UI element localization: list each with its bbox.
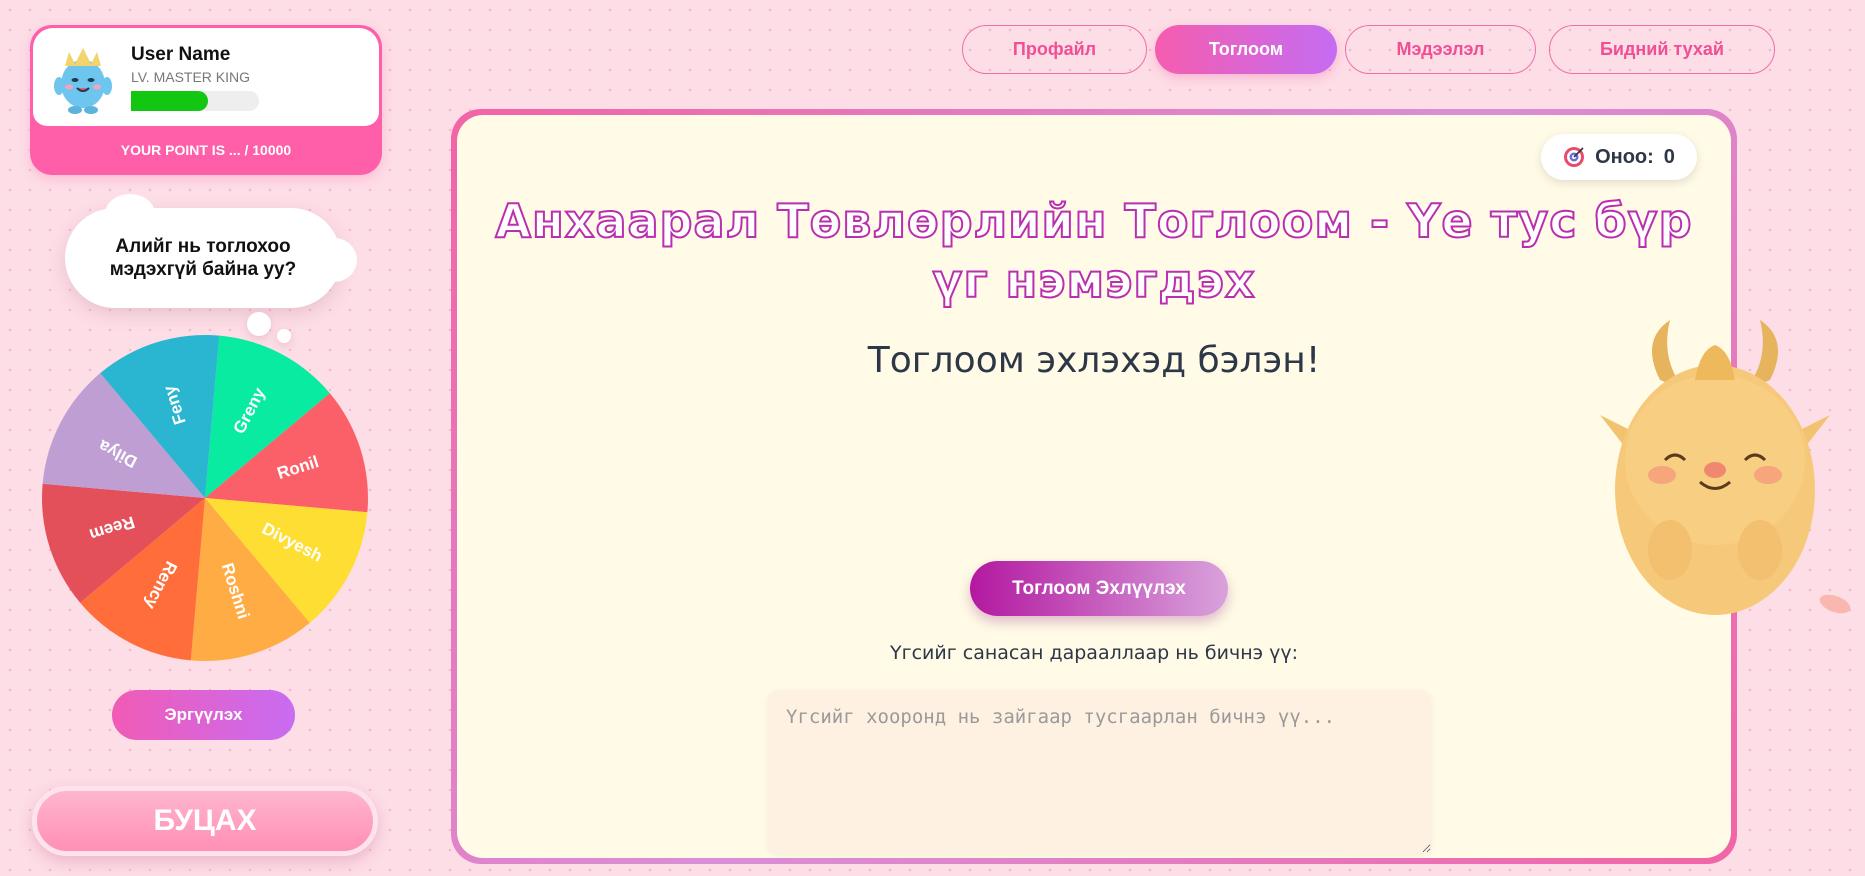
- level-progress-bar: [131, 91, 259, 111]
- user-card: User Name LV. MASTER KING YOUR POINT IS …: [30, 25, 382, 175]
- score-value: 0: [1663, 145, 1675, 168]
- mascot-bull-icon: [1600, 320, 1830, 615]
- game-panel-inner: Оноо: 0 Анхаарал Төвлөрлийн Тоглоом - Үе…: [457, 115, 1731, 858]
- spin-button[interactable]: Эргүүлэх: [112, 690, 295, 740]
- tab-game[interactable]: Тоглоом: [1155, 25, 1337, 74]
- back-button[interactable]: БУЦАХ: [32, 786, 378, 856]
- score-label: Оноо:: [1595, 145, 1654, 168]
- start-game-button[interactable]: Тоглоом Эхлүүлэх: [970, 561, 1228, 616]
- tab-profile[interactable]: Профайл: [962, 25, 1147, 74]
- level-progress-fill: [131, 91, 208, 111]
- game-status: Тоглоом эхлэхэд бэлэн!: [867, 340, 1321, 381]
- answer-input[interactable]: [768, 690, 1431, 853]
- instruction-text: Үгсийг санасан дарааллаар нь бичнэ үү:: [890, 642, 1298, 664]
- game-panel: Оноо: 0 Анхаарал Төвлөрлийн Тоглоом - Үе…: [451, 109, 1737, 864]
- score-badge: Оноо: 0: [1541, 134, 1697, 180]
- target-icon: [1564, 147, 1585, 167]
- avatar-monster-icon: [54, 48, 112, 114]
- tab-about-us[interactable]: Бидний тухай: [1549, 25, 1775, 74]
- tab-info[interactable]: Мэдээлэл: [1345, 25, 1536, 74]
- points-text: YOUR POINT IS ... / 10000: [120, 142, 292, 158]
- bubble-text: Алийг нь тоглохоо мэдэхгүй байна уу?: [109, 236, 297, 280]
- game-title: Анхаарал Төвлөрлийн Тоглоом - Үе тус бүр…: [494, 193, 1693, 309]
- user-name: User Name: [131, 44, 231, 65]
- petal-icon: [1819, 594, 1851, 614]
- spin-wheel[interactable]: GrenyRonilDivyeshRoshniRencyReemDilyaFen…: [40, 333, 370, 663]
- user-info: User Name LV. MASTER KING: [33, 28, 379, 126]
- user-level: LV. MASTER KING: [131, 69, 251, 85]
- thought-bubble: Алийг нь тоглохоо мэдэхгүй байна уу?: [65, 194, 357, 308]
